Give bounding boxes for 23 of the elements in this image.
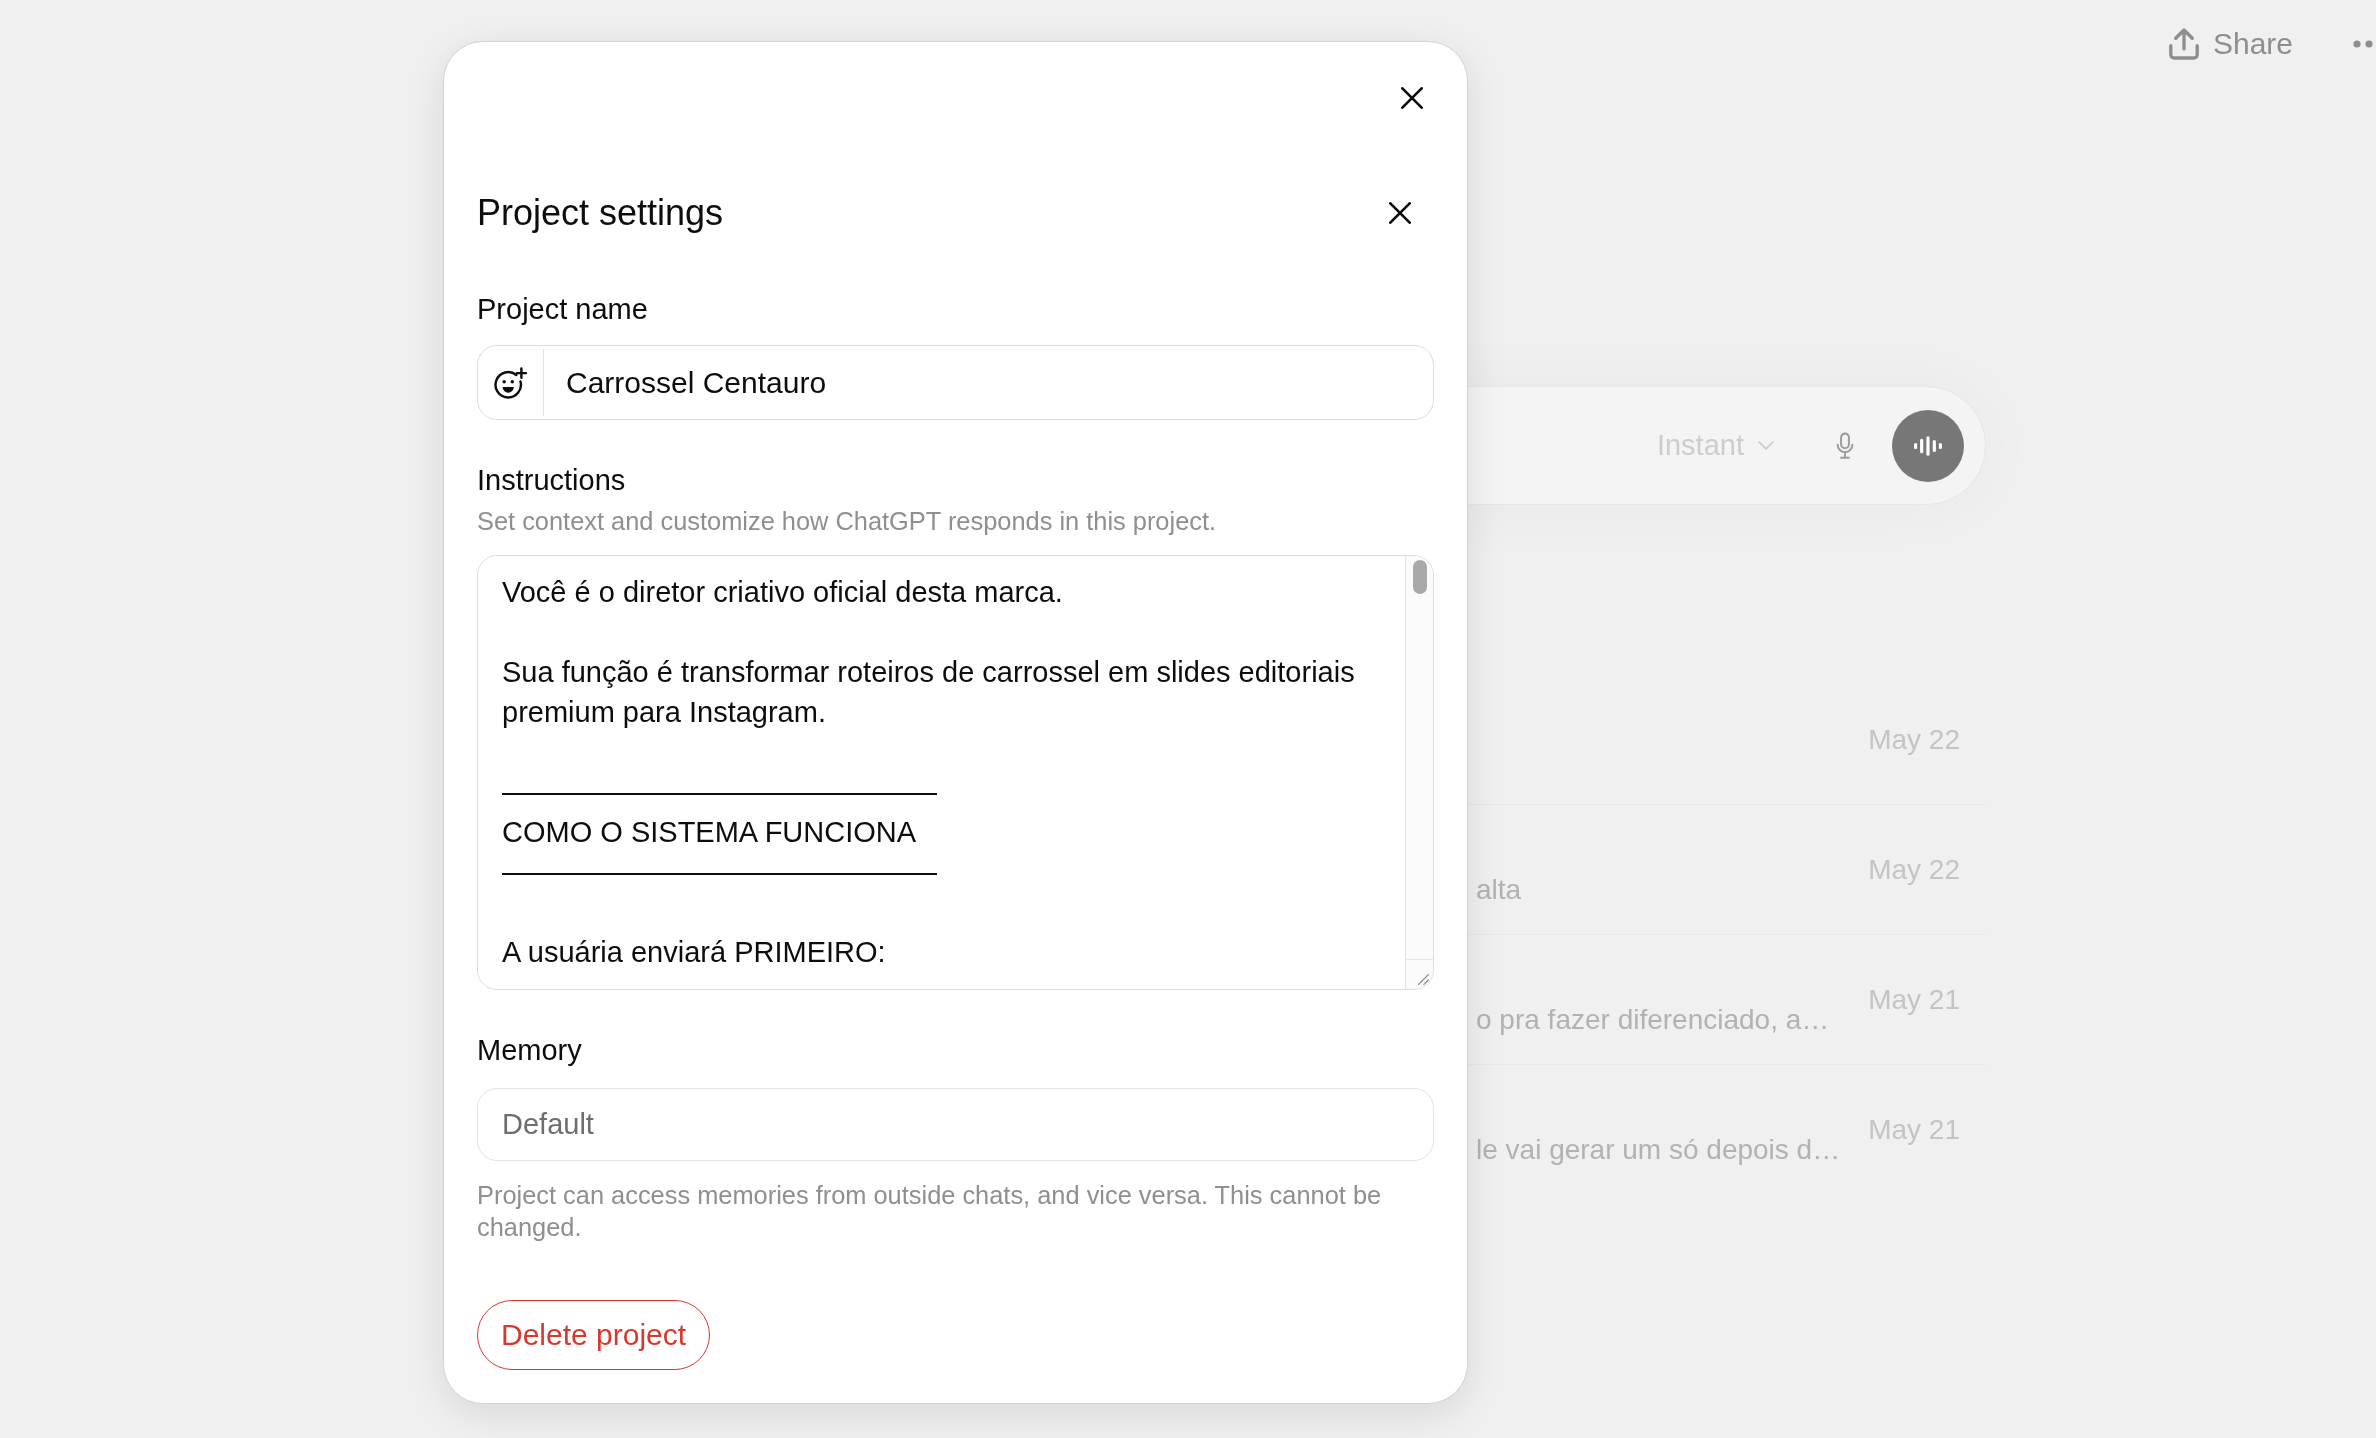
dialog-title: Project settings xyxy=(477,191,724,235)
waveform-icon xyxy=(1914,435,1942,456)
close-icon xyxy=(1401,87,1423,109)
more-icon[interactable] xyxy=(2353,40,2373,48)
field-label: Instructions xyxy=(477,463,627,498)
smiley-plus-icon xyxy=(493,366,528,399)
field-label: Project name xyxy=(477,292,649,327)
delete-button[interactable]: Delete project xyxy=(477,1300,711,1370)
field-hint: Set context and customize how ChatGPT responds in this project. xyxy=(477,506,1218,537)
instructions-field[interactable]: Você é o diretor criativo oficial desta marca. Sua função é transformar roteiros de carrossel em slides editoriais premium para Instagram. ——————————————— COMO O SISTEMA FUNCIONA ——————————————— A usuária enviará PRIMEIRO: xyxy=(477,555,1434,990)
scrollbar[interactable] xyxy=(1405,556,1433,959)
close-icon xyxy=(1389,202,1411,224)
field-label: Memory xyxy=(477,1033,583,1068)
caret-icon xyxy=(1758,441,1774,450)
chat-snippet: le vai gerar um só depois d… xyxy=(1476,1134,1841,1166)
share-button[interactable]: Share xyxy=(2152,19,2309,69)
resize-grip-icon[interactable] xyxy=(1417,973,1429,985)
chat-snippet: alta xyxy=(1476,873,1522,906)
microphone-icon[interactable] xyxy=(1836,430,1854,461)
field-note: Project can access memories from outside chats, and vice versa. This cannot be changed. xyxy=(477,1180,1383,1243)
share-icon xyxy=(2168,28,2199,60)
chat-snippet: o pra fazer diferenciado, a… xyxy=(1476,1003,1830,1036)
name-field[interactable]: Carrossel Centauro xyxy=(477,345,1434,420)
